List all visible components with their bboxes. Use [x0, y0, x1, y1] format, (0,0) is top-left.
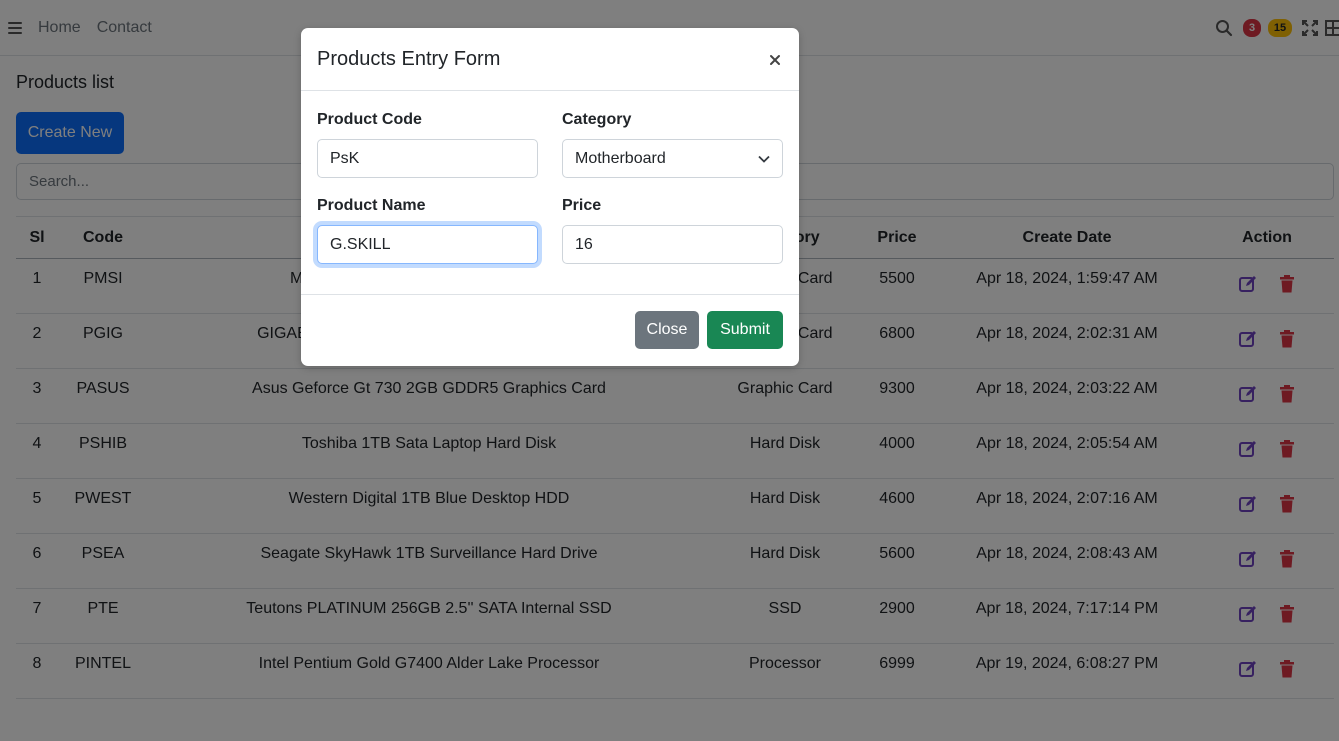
- modal-body: Product Code Category Motherboard Produc…: [301, 91, 799, 295]
- product-name-label: Product Name: [317, 197, 426, 214]
- category-select[interactable]: Motherboard: [562, 139, 783, 178]
- chevron-down-icon: [758, 150, 770, 168]
- price-field[interactable]: [562, 225, 783, 264]
- submit-button[interactable]: Submit: [707, 311, 783, 349]
- price-label: Price: [562, 197, 602, 214]
- product-name-field[interactable]: [317, 225, 538, 264]
- modal-header: Products Entry Form: [301, 28, 799, 91]
- close-button[interactable]: Close: [635, 311, 699, 349]
- category-label: Category: [562, 111, 632, 128]
- product-code-field[interactable]: [317, 139, 538, 178]
- modal-title: Products Entry Form: [317, 47, 501, 70]
- modal-footer: Close Submit: [301, 295, 799, 365]
- close-icon[interactable]: [767, 52, 783, 68]
- product-code-label: Product Code: [317, 111, 422, 128]
- product-entry-modal: Products Entry Form Product Code Categor…: [301, 28, 799, 366]
- category-selected-value: Motherboard: [575, 149, 666, 167]
